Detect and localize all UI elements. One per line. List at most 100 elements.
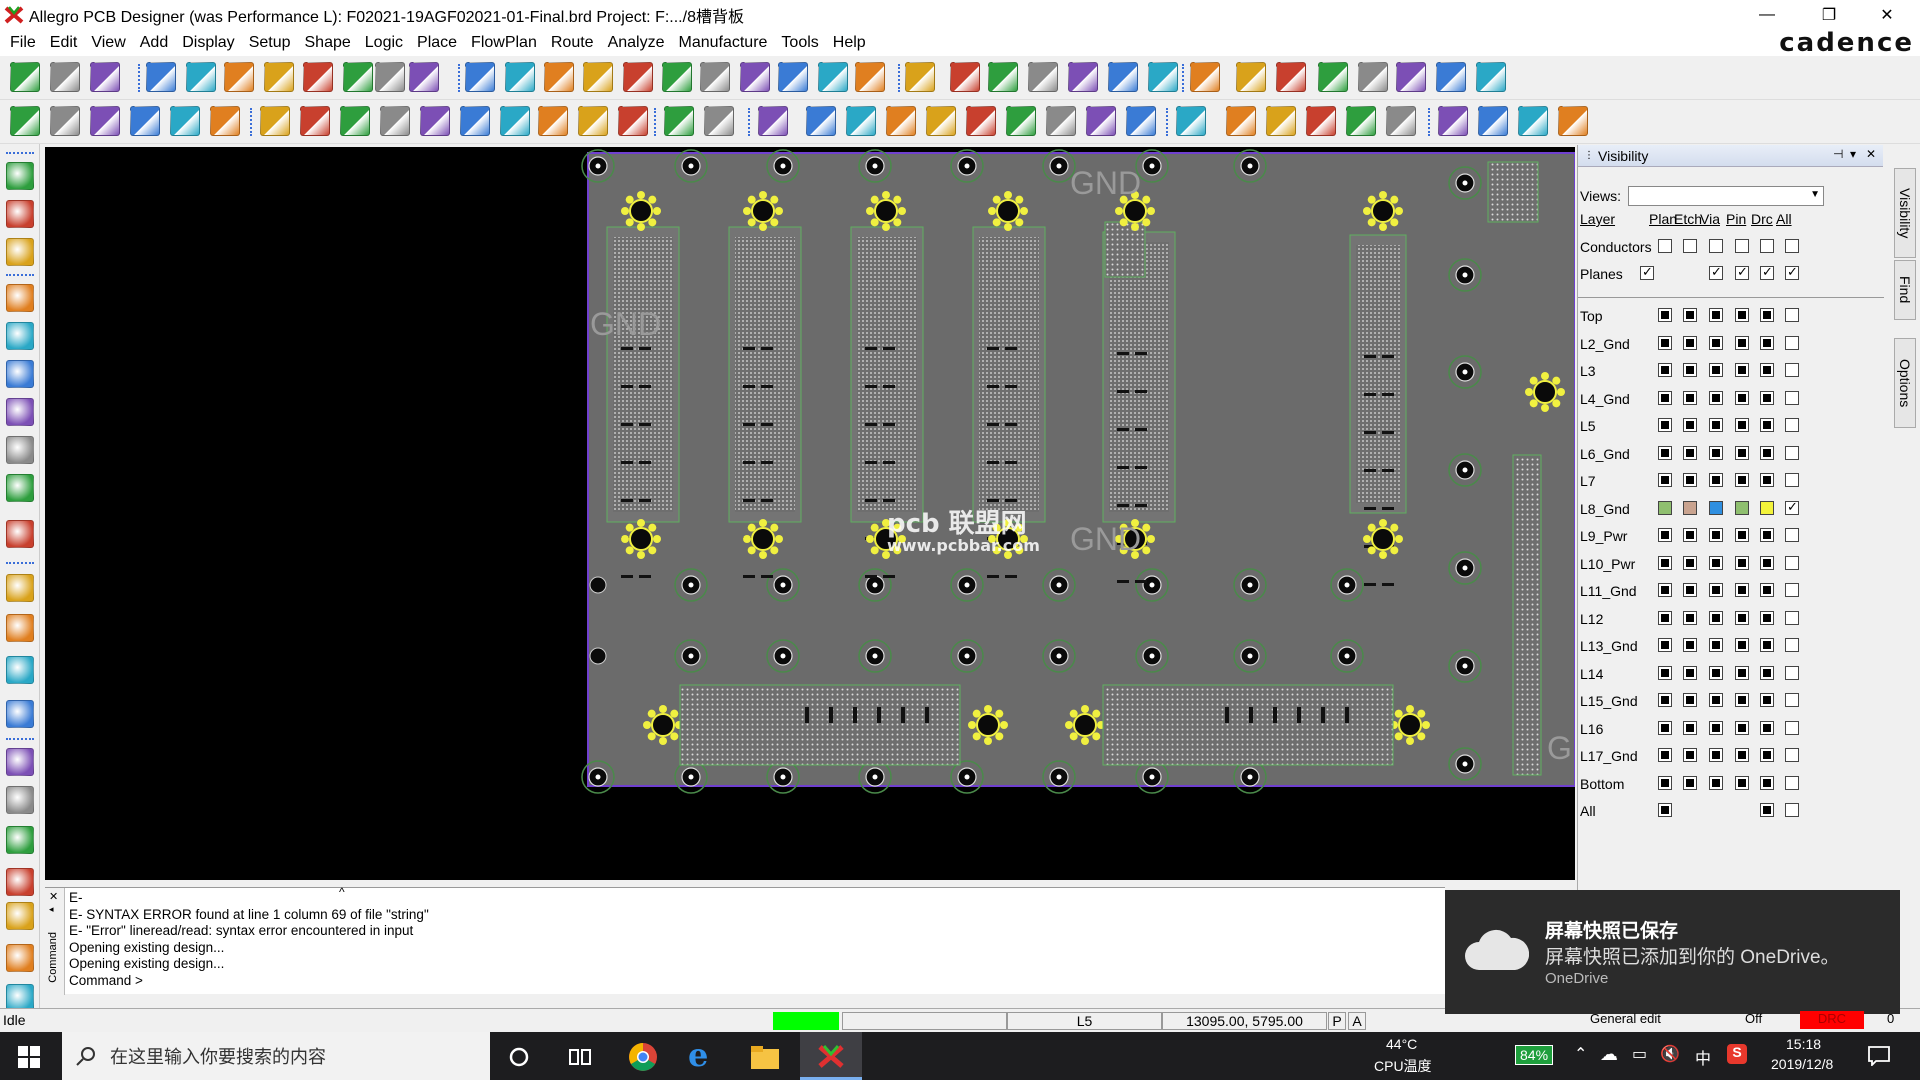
shape-void-icon[interactable] xyxy=(460,106,490,136)
checkbox-layer-pin[interactable] xyxy=(1735,473,1749,487)
spread-icon[interactable] xyxy=(6,474,34,502)
checkbox-layer-drc[interactable] xyxy=(1760,610,1774,625)
rats-nest-icon[interactable] xyxy=(409,62,439,92)
window-icon[interactable] xyxy=(1518,106,1548,136)
move-icon[interactable] xyxy=(146,62,176,92)
menu-route[interactable]: Route xyxy=(545,34,602,52)
shape-frame-icon[interactable] xyxy=(578,106,608,136)
checkbox-layer-all[interactable] xyxy=(1785,308,1799,322)
hatch-icon[interactable] xyxy=(6,944,34,972)
column-header-plan[interactable]: Plan xyxy=(1649,211,1677,227)
reports-icon[interactable] xyxy=(1226,106,1256,136)
file-explorer-icon[interactable] xyxy=(750,1044,780,1070)
column-header-pin[interactable]: Pin xyxy=(1726,211,1746,227)
checkbox-layer-etch[interactable] xyxy=(1683,638,1697,652)
change-text-icon[interactable] xyxy=(6,700,34,728)
checkbox-layer-plan[interactable] xyxy=(1658,500,1672,515)
checkbox-layer-drc[interactable] xyxy=(1760,720,1774,735)
menu-tools[interactable]: Tools xyxy=(775,34,826,52)
onedrive-toast[interactable]: 屏幕快照已保存 屏幕快照已添加到你的 OneDrive。 OneDrive xyxy=(1445,890,1900,1014)
nets-icon[interactable] xyxy=(1346,106,1376,136)
checkbox-layer-pin[interactable] xyxy=(1735,445,1749,460)
auto-route-icon[interactable] xyxy=(6,748,34,776)
ime-indicator[interactable]: 中 xyxy=(1695,1045,1711,1069)
checkbox-layer-via[interactable] xyxy=(1709,390,1723,405)
design-canvas[interactable]: GND GND GND G pcb 联盟网 www.pcbbar.com xyxy=(45,147,1575,880)
checkbox-layer-plan[interactable] xyxy=(1658,665,1672,680)
menu-shape[interactable]: Shape xyxy=(299,34,359,52)
checkbox-layer-via[interactable] xyxy=(1709,583,1723,597)
sun-icon[interactable] xyxy=(1358,62,1388,92)
zoom-world-icon[interactable] xyxy=(700,62,730,92)
array-icon[interactable] xyxy=(1126,106,1156,136)
status-drc[interactable]: DRC xyxy=(1800,1011,1864,1029)
checkbox-layer-via[interactable] xyxy=(1709,363,1723,377)
views-dropdown[interactable]: ▼ xyxy=(1628,186,1824,206)
checkbox-layer-etch[interactable] xyxy=(1683,693,1697,707)
layer-panel-icon[interactable] xyxy=(1046,106,1076,136)
checkbox-layer-drc[interactable] xyxy=(1760,335,1774,350)
checkbox-layer-all[interactable] xyxy=(1785,748,1799,762)
command-prompt[interactable]: Command > xyxy=(69,973,429,990)
checkbox-layer-all[interactable] xyxy=(1785,445,1799,460)
status-a-toggle[interactable]: A xyxy=(1348,1012,1366,1030)
column-header-via[interactable]: Via xyxy=(1700,211,1720,227)
delay-tune-icon[interactable] xyxy=(6,360,34,388)
checkbox-layer-pin[interactable] xyxy=(1735,528,1749,542)
checkbox-layer-all[interactable] xyxy=(1785,803,1799,817)
battery-indicator[interactable]: 84% xyxy=(1515,1045,1554,1065)
taskbar-search-box[interactable]: 在这里输入你要搜索的内容 xyxy=(62,1032,490,1080)
checkbox-layer-plan[interactable] xyxy=(1658,638,1672,652)
checkbox-layer-plan[interactable] xyxy=(1658,528,1672,542)
menu-logic[interactable]: Logic xyxy=(359,34,411,52)
plane-icon[interactable] xyxy=(886,106,916,136)
checkbox-conductors-pin[interactable] xyxy=(1735,239,1749,253)
checkbox-layer-etch[interactable] xyxy=(1683,445,1697,460)
checkbox-layer-drc[interactable] xyxy=(1760,555,1774,570)
pin-icon[interactable] xyxy=(465,62,495,92)
checkbox-conductors-plan[interactable] xyxy=(1658,239,1672,253)
shape-boundary-icon[interactable] xyxy=(618,106,648,136)
scroll-up-icon[interactable]: ^ xyxy=(339,885,345,899)
checkbox-layer-via[interactable] xyxy=(1709,500,1723,515)
shape-rect-icon[interactable] xyxy=(300,106,330,136)
checkbox-layer-pin[interactable] xyxy=(1735,748,1749,762)
checkbox-layer-etch[interactable] xyxy=(1683,748,1697,762)
signal-icon[interactable] xyxy=(1176,106,1206,136)
checkbox-layer-pin[interactable] xyxy=(1735,363,1749,377)
refresh-icon[interactable] xyxy=(778,62,808,92)
measure-icon[interactable] xyxy=(758,106,788,136)
checkbox-layer-etch[interactable] xyxy=(1683,665,1697,680)
checkbox-layer-drc[interactable] xyxy=(1760,418,1774,432)
checkbox-conductors-etch[interactable] xyxy=(1683,239,1697,253)
panel-menu-icon[interactable]: ▾ xyxy=(1850,147,1856,161)
checkbox-layer-via[interactable] xyxy=(1709,445,1723,460)
zoom-points-icon[interactable] xyxy=(583,62,613,92)
shape-edit-icon[interactable] xyxy=(420,106,450,136)
checkbox-layer-via[interactable] xyxy=(1709,748,1723,762)
help-icon[interactable] xyxy=(1558,106,1588,136)
flag-icon[interactable] xyxy=(1006,106,1036,136)
shape-fill-icon[interactable] xyxy=(500,106,530,136)
checkbox-layer-drc[interactable] xyxy=(1760,473,1774,487)
close-button[interactable]: ✕ xyxy=(1858,0,1916,30)
checkbox-layer-all[interactable] xyxy=(1785,775,1799,790)
checkbox-layer-plan[interactable] xyxy=(1658,610,1672,625)
checkbox-layer-via[interactable] xyxy=(1709,473,1723,487)
column-header-drc[interactable]: Drc xyxy=(1751,211,1773,227)
table-icon[interactable] xyxy=(1108,62,1138,92)
checkbox-layer-via[interactable] xyxy=(1709,665,1723,680)
shape-merge-icon[interactable] xyxy=(538,106,568,136)
command-window[interactable]: ✕ ◂ Command E- E- SYNTAX ERROR found at … xyxy=(45,885,1445,995)
checkbox-layer-all[interactable] xyxy=(1785,390,1799,405)
menu-add[interactable]: Add xyxy=(134,34,176,52)
menu-file[interactable]: File xyxy=(4,34,44,52)
menu-setup[interactable]: Setup xyxy=(243,34,299,52)
close-icon[interactable]: ✕ xyxy=(49,890,58,903)
checkbox-layer-drc[interactable] xyxy=(1760,390,1774,405)
panel-close-icon[interactable]: ✕ xyxy=(1866,147,1876,161)
checkbox-layer-plan[interactable] xyxy=(1658,693,1672,707)
checkbox-layer-etch[interactable] xyxy=(1683,335,1697,350)
column-header-etch[interactable]: Etch xyxy=(1674,211,1702,227)
plane-edit-icon[interactable] xyxy=(6,902,34,930)
